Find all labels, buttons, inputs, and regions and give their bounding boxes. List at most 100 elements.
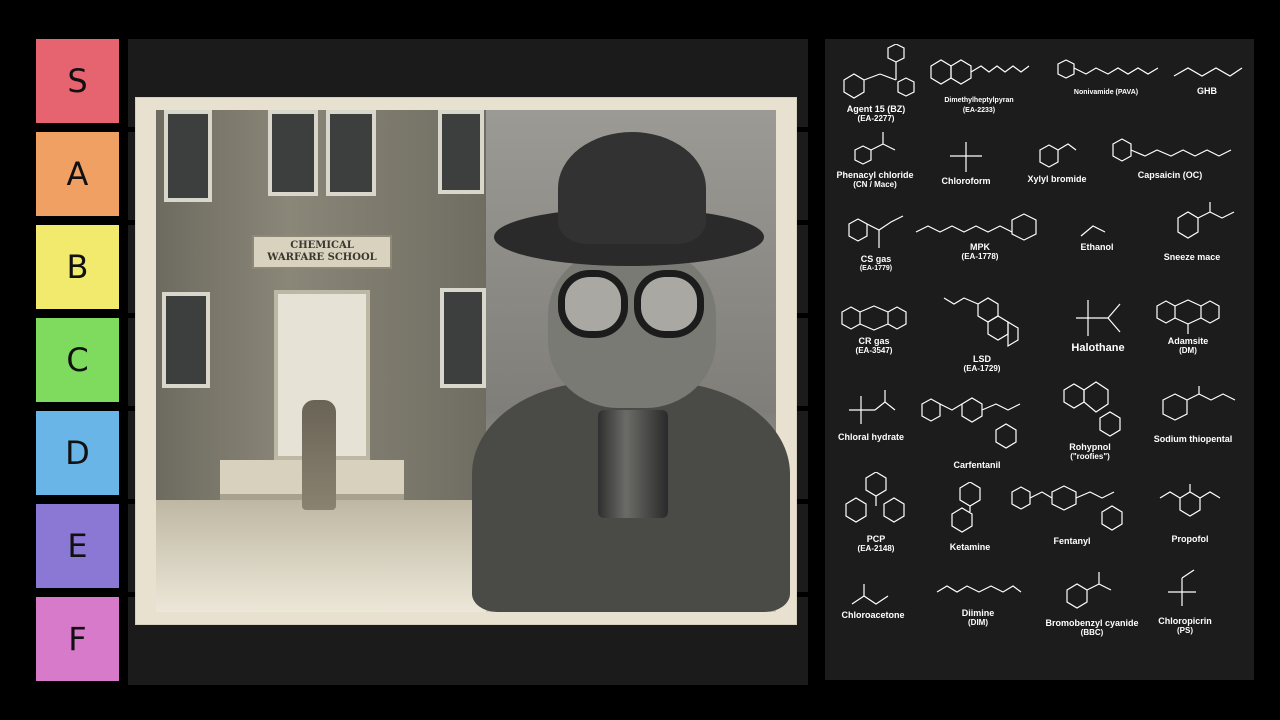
school-building-photo: CHEMICAL WARFARE SCHOOL — [156, 110, 486, 612]
phenarsazine-structure-icon — [1156, 299, 1220, 334]
window — [440, 288, 486, 388]
chem-name: Propofol — [1171, 534, 1209, 544]
chem-item-ghb[interactable]: GHB — [1162, 50, 1252, 96]
tier-d[interactable]: D — [36, 411, 119, 495]
chem-item-ketamine[interactable]: Ketamine — [938, 482, 1002, 552]
sign-line-2: WARFARE SCHOOL — [267, 252, 377, 263]
morpholine-ketone-structure-icon — [915, 213, 1037, 241]
capsaicin-structure-icon — [1112, 138, 1232, 162]
chem-item-rohypnol[interactable]: Rohypnol ("roofies") — [1048, 368, 1132, 461]
chem-name: CR gas — [858, 336, 890, 346]
nitrile-structure-icon — [1066, 572, 1112, 609]
tier-e[interactable]: E — [36, 504, 119, 588]
trichloromethane-structure-icon — [950, 142, 982, 172]
chem-name: Diimine — [961, 608, 995, 618]
tier-f[interactable]: F — [36, 597, 119, 681]
chem-name: Chloral hydrate — [837, 432, 904, 442]
capsaicinoid-structure-icon — [1057, 59, 1159, 79]
chem-name: Rohypnol — [1069, 442, 1111, 452]
left-goggle — [558, 270, 628, 338]
right-goggle — [634, 270, 704, 338]
benzilate-structure-icon — [843, 44, 915, 99]
chem-item-lsd[interactable]: LSD (EA-1729) — [936, 290, 1028, 373]
chem-item-ethanol[interactable]: Ethanol — [1068, 218, 1126, 252]
chem-sub: (BBC) — [1080, 628, 1104, 637]
tier-c[interactable]: C — [36, 318, 119, 402]
chem-sub: (EA-1729) — [963, 364, 1001, 373]
chem-item-chloroacetone[interactable]: Chloroacetone — [832, 578, 914, 620]
chem-name: Fentanyl — [1053, 536, 1091, 546]
chem-item-carfentanil[interactable]: Carfentanil — [914, 384, 1040, 470]
nitro-structure-icon — [1168, 569, 1196, 606]
malononitrile-structure-icon — [848, 215, 904, 248]
phenol-structure-icon — [1159, 484, 1221, 517]
chem-sub: (CN / Mace) — [853, 180, 897, 189]
chem-name: Nonivamide (PAVA) — [1073, 89, 1139, 96]
chem-sub: (EA-2148) — [857, 544, 895, 553]
chem-item-agent15[interactable]: Agent 15 (BZ) (EA-2277) — [834, 44, 918, 123]
hydroxybutyrate-structure-icon — [1173, 67, 1243, 77]
chem-item-xylyl-bromide[interactable]: Xylyl bromide — [1024, 134, 1090, 184]
chem-name: PCP — [866, 534, 886, 544]
benzodiazepine-structure-icon — [1063, 381, 1121, 437]
chem-item-chloropicrin[interactable]: Chloropicrin (PS) — [1150, 566, 1220, 635]
chem-item-mpk[interactable]: MPK (EA-1778) — [910, 208, 1050, 261]
chem-item-diimine[interactable]: Diimine (DIM) — [930, 572, 1026, 627]
chem-name: Ethanol — [1080, 242, 1114, 252]
chem-sub: (EA-3547) — [855, 346, 893, 355]
chem-item-capsaicin[interactable]: Capsaicin (OC) — [1092, 128, 1248, 180]
chem-item-dimethylheptylpyran[interactable]: Dimethylheptylpyran (EA-2233) — [920, 44, 1038, 115]
chem-sub: (DIM) — [968, 618, 988, 627]
piperidine-structure-icon — [921, 397, 1021, 449]
chem-sub: (EA-2233) — [962, 107, 996, 114]
chem-item-halothane[interactable]: Halothane — [1060, 294, 1136, 355]
cannabinoid-structure-icon — [930, 59, 1030, 85]
chem-item-sneeze-mace[interactable]: Sneeze mace — [1142, 200, 1242, 262]
cyclohexylpiperidine-structure-icon — [845, 472, 905, 523]
chloral-structure-icon — [849, 390, 896, 424]
ethanol-structure-icon — [1080, 225, 1106, 237]
chem-item-fentanyl[interactable]: Fentanyl — [1004, 474, 1140, 546]
ergoline-structure-icon — [943, 297, 1019, 348]
chem-sub: (PS) — [1177, 626, 1193, 635]
chem-name: Agent 15 (BZ) — [846, 104, 906, 114]
window — [438, 110, 484, 194]
chem-name: Carfentanil — [953, 460, 1001, 470]
tier-b[interactable]: B — [36, 225, 119, 309]
chem-name: Sodium thiopental — [1153, 434, 1233, 444]
chem-name: Ketamine — [949, 542, 991, 552]
catechol-ketone-structure-icon — [1177, 202, 1235, 239]
chem-name: LSD — [973, 354, 991, 364]
chem-item-phenacyl-chloride[interactable]: Phenacyl chloride (CN / Mace) — [836, 128, 914, 189]
window — [326, 110, 376, 196]
benzyl-bromide-structure-icon — [1039, 143, 1077, 168]
tier-a[interactable]: A — [36, 132, 119, 216]
chem-name: Capsaicin (OC) — [1137, 170, 1203, 180]
chem-name: Sneeze mace — [1163, 252, 1221, 262]
window — [162, 292, 210, 388]
tier-s[interactable]: S — [36, 39, 119, 123]
chem-item-chloral-hydrate[interactable]: Chloral hydrate — [832, 384, 910, 442]
chem-item-adamsite[interactable]: Adamsite (DM) — [1150, 292, 1226, 355]
chem-item-sodium-thiopental[interactable]: Sodium thiopental — [1140, 384, 1246, 444]
chem-item-chloroform[interactable]: Chloroform — [936, 138, 996, 186]
ketone-structure-icon — [854, 132, 896, 165]
barbiturate-structure-icon — [1162, 386, 1236, 421]
chem-item-pcp[interactable]: PCP (EA-2148) — [838, 472, 914, 553]
school-sign: CHEMICAL WARFARE SCHOOL — [252, 235, 392, 269]
chem-item-propofol[interactable]: Propofol — [1152, 482, 1228, 544]
hat-crown — [558, 132, 706, 244]
window — [164, 110, 212, 202]
chem-item-nonivamide[interactable]: Nonivamide (PAVA) — [1044, 54, 1168, 98]
chem-name: Xylyl bromide — [1027, 174, 1087, 184]
haloalkane-structure-icon — [1076, 300, 1121, 336]
chem-sub: (EA-1779) — [859, 265, 893, 272]
chem-name: CS gas — [860, 254, 892, 264]
chem-item-bromobenzyl-cyanide[interactable]: Bromobenzyl cyanide (BBC) — [1040, 566, 1144, 637]
chem-item-cr-gas[interactable]: CR gas (EA-3547) — [834, 298, 914, 355]
chem-sub: (DM) — [1179, 346, 1197, 355]
chloroketone-structure-icon — [851, 584, 889, 605]
chem-sub: (EA-1778) — [961, 252, 999, 261]
chem-item-cs-gas[interactable]: CS gas (EA-1779) — [838, 208, 914, 273]
historical-photo: CHEMICAL WARFARE SCHOOL — [136, 98, 796, 624]
